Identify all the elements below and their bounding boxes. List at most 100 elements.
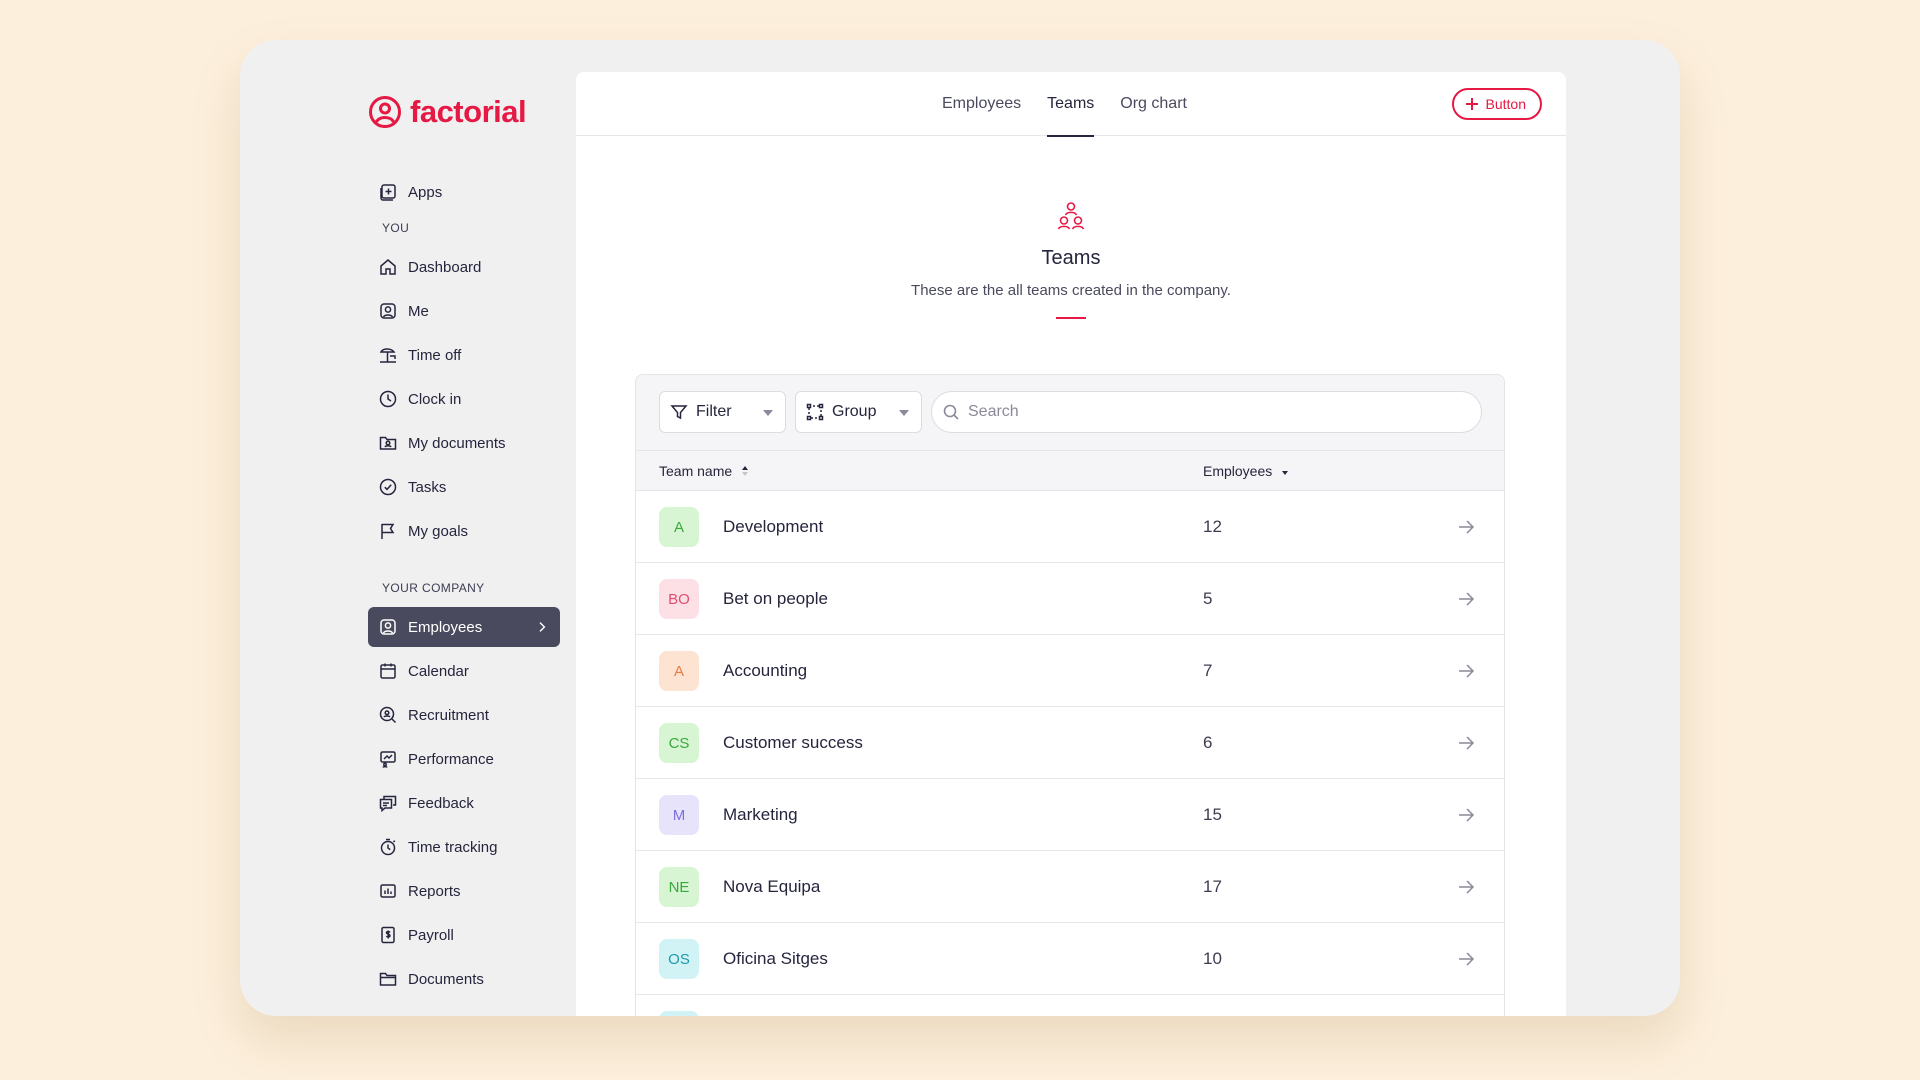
- column-header-team-name[interactable]: Team name: [659, 451, 750, 491]
- add-button[interactable]: Button: [1451, 88, 1542, 120]
- sidebar-item-label: Calendar: [408, 662, 469, 680]
- search-box: [931, 391, 1482, 433]
- brand-name: factorial: [410, 94, 527, 129]
- check-circle-icon: [379, 478, 397, 496]
- tab-teams[interactable]: Teams: [1047, 72, 1095, 137]
- table-row[interactable]: OS Oficina Sitges 10: [636, 923, 1504, 995]
- arrow-right-icon[interactable]: [1456, 805, 1476, 825]
- table-row[interactable]: M Marketing 15: [636, 779, 1504, 851]
- sidebar-item-employees[interactable]: Employees: [368, 607, 560, 647]
- caret-down-icon: [763, 410, 773, 416]
- sidebar-item-label: Payroll: [408, 926, 454, 944]
- sidebar-item-dashboard[interactable]: Dashboard: [368, 247, 560, 287]
- beach-icon: [379, 348, 396, 363]
- team-avatar: A: [659, 507, 699, 547]
- arrow-right-icon[interactable]: [1456, 733, 1476, 753]
- sidebar-item-me[interactable]: Me: [368, 291, 560, 331]
- sidebar-item-label: Performance: [408, 750, 494, 768]
- column-header-label: Team name: [659, 463, 733, 479]
- group-icon: [806, 403, 824, 421]
- team-employee-count: 10: [1203, 949, 1222, 968]
- sort-icon: [742, 466, 749, 476]
- teams-icon: [1057, 202, 1085, 230]
- sidebar-item-calendar[interactable]: Calendar: [368, 651, 560, 691]
- section-you-label: YOU: [382, 221, 410, 235]
- sidebar-item-clock-in[interactable]: Clock in: [368, 379, 560, 419]
- section-company-label: YOUR COMPANY: [382, 581, 485, 595]
- sidebar-item-my-documents[interactable]: My documents: [368, 423, 560, 463]
- sidebar-item-label: Recruitment: [408, 706, 489, 724]
- caret-down-icon: [899, 410, 909, 416]
- team-name: Nova Equipa: [723, 877, 821, 896]
- team-employee-count: 7: [1203, 661, 1213, 680]
- teams-header: Teams These are the all teams created in…: [576, 200, 1566, 319]
- home-icon: [380, 259, 396, 275]
- sidebar-item-apps[interactable]: Apps: [368, 172, 560, 212]
- team-avatar: NE: [659, 867, 699, 907]
- column-header-employees[interactable]: Employees: [1203, 451, 1290, 491]
- team-name: Bet on people: [723, 589, 828, 608]
- add-button-label: Button: [1485, 96, 1526, 112]
- table-row[interactable]: CS Customer success 6: [636, 707, 1504, 779]
- arrow-right-icon[interactable]: [1456, 589, 1476, 609]
- team-avatar: BO: [659, 579, 699, 619]
- tab-bar: Employees Teams Org chart: [942, 72, 1187, 137]
- flag-icon: [381, 523, 395, 539]
- sidebar-item-reports[interactable]: Reports: [368, 871, 560, 911]
- sidebar-item-time-tracking[interactable]: Time tracking: [368, 827, 560, 867]
- recruitment-icon: [379, 706, 397, 724]
- sidebar-item-label: Feedback: [408, 794, 474, 812]
- team-employee-count: 5: [1203, 589, 1213, 608]
- team-employee-count: 15: [1203, 805, 1222, 824]
- team-avatar: A: [659, 651, 699, 691]
- sidebar-item-label: My documents: [408, 434, 506, 452]
- group-dropdown[interactable]: Group: [795, 391, 922, 433]
- table-row[interactable]: BO Bet on people 5: [636, 563, 1504, 635]
- search-input[interactable]: [968, 403, 1448, 421]
- payroll-icon: [381, 926, 395, 944]
- performance-icon: [380, 751, 396, 768]
- sidebar-item-label: Dashboard: [408, 258, 482, 276]
- sidebar-item-label: Documents: [408, 970, 484, 988]
- sidebar-item-label: Clock in: [408, 390, 462, 408]
- sidebar-item-label: Me: [408, 302, 429, 320]
- sidebar-item-time-off[interactable]: Time off: [368, 335, 560, 375]
- sidebar-item-label: Reports: [408, 882, 461, 900]
- arrow-right-icon[interactable]: [1456, 949, 1476, 969]
- arrow-right-icon[interactable]: [1456, 877, 1476, 897]
- sidebar-item-payroll[interactable]: Payroll: [368, 915, 560, 955]
- sidebar-item-recruitment[interactable]: Recruitment: [368, 695, 560, 735]
- tab-employees[interactable]: Employees: [942, 72, 1021, 136]
- tab-org-chart[interactable]: Org chart: [1120, 72, 1187, 136]
- sidebar-item-my-goals[interactable]: My goals: [368, 511, 560, 551]
- sidebar-item-label: Time off: [408, 346, 462, 364]
- table-row[interactable]: [636, 995, 1504, 1016]
- table-row[interactable]: A Development 12: [636, 491, 1504, 563]
- sidebar-item-feedback[interactable]: Feedback: [368, 783, 560, 823]
- filter-dropdown[interactable]: Filter: [659, 391, 786, 433]
- calendar-icon: [380, 663, 396, 679]
- factorial-logo[interactable]: factorial: [368, 94, 527, 130]
- table-row[interactable]: A Accounting 7: [636, 635, 1504, 707]
- table-body: A Development 12 BO Bet on people 5 A Ac…: [636, 491, 1504, 1016]
- filter-icon: [670, 405, 688, 420]
- sidebar-item-documents[interactable]: Documents: [368, 959, 560, 999]
- sidebar-item-label: Employees: [408, 618, 483, 636]
- team-avatar: CS: [659, 723, 699, 763]
- table-row[interactable]: NE Nova Equipa 17: [636, 851, 1504, 923]
- arrow-right-icon[interactable]: [1456, 517, 1476, 537]
- plus-icon: [1465, 98, 1478, 110]
- sidebar-item-label: Tasks: [408, 478, 447, 496]
- team-name: Marketing: [723, 805, 798, 824]
- sidebar-item-performance[interactable]: Performance: [368, 739, 560, 779]
- arrow-right-icon[interactable]: [1456, 661, 1476, 681]
- user-icon: [380, 303, 396, 319]
- team-name: Accounting: [723, 661, 808, 680]
- sidebar-item-tasks[interactable]: Tasks: [368, 467, 560, 507]
- clock-icon: [379, 390, 397, 408]
- sort-down-icon: [1282, 471, 1289, 475]
- stopwatch-icon: [380, 838, 396, 856]
- team-avatar: [659, 1011, 699, 1016]
- app-window: factorial Apps YOU Dashboard Me Time off…: [240, 40, 1680, 1016]
- group-label: Group: [832, 403, 877, 420]
